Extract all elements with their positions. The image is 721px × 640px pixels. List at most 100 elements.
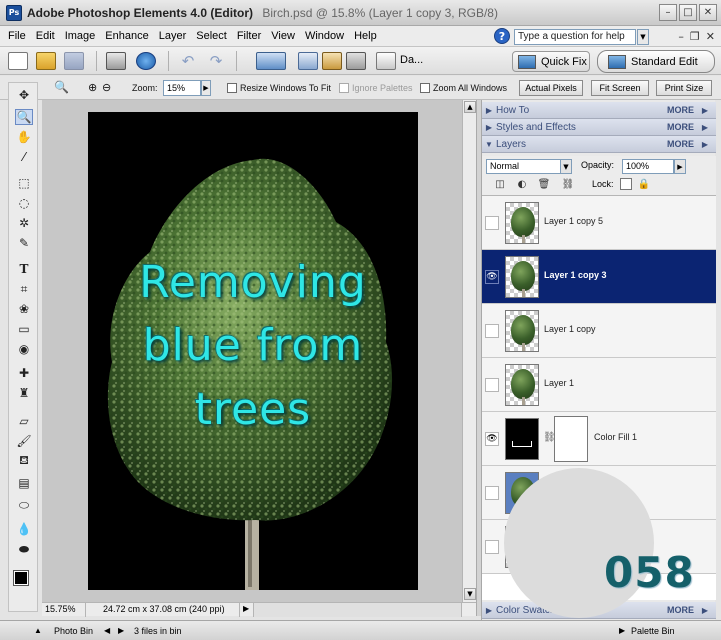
date-view-icon[interactable] <box>376 52 396 70</box>
eye-icon[interactable]: 👁 <box>485 270 499 284</box>
photo-bin-next-icon[interactable]: ▶ <box>118 626 124 635</box>
magic-wand-tool-icon[interactable]: ✲ <box>15 215 33 231</box>
straighten-tool-icon[interactable]: ▭ <box>15 321 33 337</box>
menu-image[interactable]: Image <box>60 30 101 42</box>
zoom-all-windows-checkbox[interactable] <box>420 83 430 93</box>
layer-row[interactable]: Layer 1 copy 5 <box>482 196 716 250</box>
new-layer-icon[interactable]: ◫ <box>494 178 506 190</box>
layer-name[interactable]: Layer 1 copy <box>544 324 596 334</box>
styles-more-button[interactable]: MORE <box>667 122 694 132</box>
blend-mode-arrow-icon[interactable]: ▼ <box>560 159 572 174</box>
layer-row[interactable]: Layer 1 copy <box>482 304 716 358</box>
zoom-slider-arrow[interactable]: ▶ <box>201 80 211 96</box>
type-tool-icon[interactable]: T <box>15 261 33 277</box>
online-services-icon[interactable] <box>136 52 156 70</box>
doc-close-icon[interactable]: ✕ <box>706 30 715 43</box>
print-icon[interactable] <box>106 52 126 70</box>
doc-minimize-icon[interactable]: – <box>678 30 684 43</box>
help-question-icon[interactable]: ? <box>494 28 510 44</box>
layer-row-selected[interactable]: 👁 Layer 1 copy 3 <box>482 250 716 304</box>
photo-bin-toggle-icon[interactable]: ▲ <box>34 626 42 635</box>
foreground-color-swatch[interactable] <box>13 570 29 586</box>
organizer-icon[interactable] <box>256 52 286 70</box>
how-to-palette-header[interactable]: ▶ How To MORE ▶ <box>482 102 716 119</box>
status-zoom-percent[interactable]: 15.75% <box>42 603 86 617</box>
doc-restore-icon[interactable]: ❐ <box>690 30 700 43</box>
layer-row[interactable]: 👁 ⛓ Color Fill 1 <box>482 412 716 466</box>
zoom-out-icon[interactable]: ⊖ <box>102 81 111 94</box>
new-file-icon[interactable] <box>8 52 28 70</box>
horizontal-scrollbar[interactable] <box>254 603 462 617</box>
red-eye-tool-icon[interactable]: ◉ <box>15 341 33 357</box>
sponge-tool-icon[interactable]: ⬬ <box>15 541 33 557</box>
maximize-button[interactable]: □ <box>679 4 697 21</box>
fit-screen-button[interactable]: Fit Screen <box>591 80 649 96</box>
menu-help[interactable]: Help <box>349 30 382 42</box>
menu-layer[interactable]: Layer <box>154 30 192 42</box>
minimize-button[interactable]: – <box>659 4 677 21</box>
create-icon[interactable] <box>298 52 318 70</box>
healing-brush-tool-icon[interactable]: ✚ <box>15 365 33 381</box>
help-search-input[interactable]: Type a question for help <box>514 29 636 45</box>
paint-bucket-tool-icon[interactable]: ⛾ <box>15 453 33 469</box>
menu-window[interactable]: Window <box>300 30 349 42</box>
open-folder-icon[interactable] <box>36 52 56 70</box>
opacity-arrow-icon[interactable]: ▶ <box>674 159 686 174</box>
slideshow-icon[interactable] <box>322 52 342 70</box>
menu-filter[interactable]: Filter <box>232 30 266 42</box>
quick-fix-button[interactable]: Quick Fix <box>512 51 590 72</box>
close-button[interactable]: ✕ <box>699 4 717 21</box>
link-layers-icon[interactable]: ⛓ <box>562 178 575 190</box>
zoom-input[interactable]: 15% <box>163 80 201 96</box>
redo-icon[interactable]: ↷ <box>206 52 226 70</box>
lasso-tool-icon[interactable]: ◌ <box>15 195 33 211</box>
photo-bin-label[interactable]: Photo Bin <box>54 626 93 636</box>
eyedropper-tool-icon[interactable]: ⁄ <box>15 149 33 165</box>
lock-transparency-icon[interactable] <box>620 178 632 190</box>
hand-tool-icon[interactable]: ✋ <box>15 129 33 145</box>
zoom-in-icon[interactable]: ⊕ <box>88 81 97 94</box>
shape-tool-icon[interactable]: ⬭ <box>15 497 33 513</box>
layer-visibility-toggle[interactable] <box>485 540 499 554</box>
move-tool-icon[interactable]: ✥ <box>15 87 33 103</box>
eye-icon[interactable]: 👁 <box>485 432 499 446</box>
layer-visibility-toggle[interactable] <box>485 324 499 338</box>
layer-visibility-toggle[interactable] <box>485 486 499 500</box>
print-size-button[interactable]: Print Size <box>656 80 712 96</box>
blur-tool-icon[interactable]: 💧 <box>15 521 33 537</box>
palette-bin-label[interactable]: Palette Bin <box>631 626 675 636</box>
layer-name[interactable]: Layer 1 copy 5 <box>544 216 603 226</box>
layer-visibility-toggle[interactable] <box>485 378 499 392</box>
gradient-tool-icon[interactable]: ▤ <box>15 475 33 491</box>
layers-more-button[interactable]: MORE <box>667 139 694 149</box>
menu-enhance[interactable]: Enhance <box>100 30 153 42</box>
adjustment-layer-icon[interactable]: ◐ <box>516 178 528 190</box>
layer-visibility-toggle[interactable] <box>485 216 499 230</box>
standard-edit-button[interactable]: Standard Edit <box>597 50 715 73</box>
layer-name[interactable]: Layer 1 copy 3 <box>544 270 607 280</box>
swatches-more-button[interactable]: MORE <box>667 605 694 615</box>
menu-edit[interactable]: Edit <box>31 30 60 42</box>
lock-all-icon[interactable]: 🔒 <box>638 178 650 190</box>
crop-tool-icon[interactable]: ⌗ <box>15 281 33 297</box>
palette-bin-toggle-icon[interactable]: ▶ <box>619 626 625 635</box>
undo-icon[interactable]: ↶ <box>178 52 198 70</box>
layer-name[interactable]: Layer 1 <box>544 378 574 388</box>
ignore-palettes-checkbox[interactable] <box>339 83 349 93</box>
menu-file[interactable]: File <box>0 30 31 42</box>
actual-pixels-button[interactable]: Actual Pixels <box>519 80 583 96</box>
opacity-input[interactable]: 100% <box>622 159 674 174</box>
layer-row[interactable]: Layer 1 <box>482 358 716 412</box>
status-menu-arrow-icon[interactable]: ▶ <box>240 603 254 617</box>
how-to-more-button[interactable]: MORE <box>667 105 694 115</box>
delete-layer-icon[interactable]: 🗑 <box>538 178 551 190</box>
scroll-down-arrow-icon[interactable]: ▼ <box>464 588 476 600</box>
menu-view[interactable]: View <box>266 30 300 42</box>
selection-brush-tool-icon[interactable]: ✎ <box>15 235 33 251</box>
scroll-up-arrow-icon[interactable]: ▲ <box>464 101 476 113</box>
brush-tool-icon[interactable]: 🖌 <box>15 433 33 449</box>
layer-name[interactable]: Color Fill 1 <box>594 432 637 442</box>
help-dropdown-arrow[interactable]: ▼ <box>637 29 649 45</box>
resize-windows-checkbox[interactable] <box>227 83 237 93</box>
save-icon[interactable] <box>64 52 84 70</box>
